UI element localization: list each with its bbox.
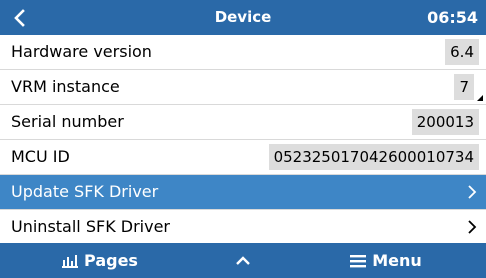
chevron-up-icon: [236, 255, 250, 265]
menu-button[interactable]: Menu: [286, 243, 486, 278]
settings-list: Hardware version 6.4 VRM instance 7 Seri…: [0, 35, 486, 245]
row-label: Uninstall SFK Driver: [11, 217, 170, 236]
row-hardware-version: Hardware version 6.4: [0, 35, 486, 70]
row-label: VRM instance: [11, 77, 120, 96]
pages-button[interactable]: Pages: [0, 243, 200, 278]
page-title: Device: [214, 8, 272, 26]
row-value: 200013: [411, 109, 479, 135]
chevron-right-icon: [467, 175, 477, 209]
up-button[interactable]: [200, 243, 286, 278]
menu-label: Menu: [372, 251, 422, 270]
chevron-left-icon: [14, 8, 25, 27]
device-screen: Device 06:54 Hardware version 6.4 VRM in…: [0, 0, 486, 278]
row-serial-number: Serial number 200013: [0, 105, 486, 140]
back-button[interactable]: [0, 0, 38, 35]
row-value: 7: [454, 74, 474, 100]
pages-label: Pages: [84, 251, 138, 270]
clock: 06:54: [427, 8, 478, 27]
title-bar: Device 06:54: [0, 0, 486, 35]
row-vrm-instance[interactable]: VRM instance 7: [0, 70, 486, 105]
row-value: 6.4: [445, 39, 479, 65]
bar-chart-icon: [62, 254, 79, 268]
row-mcu-id: MCU ID 05232501704260001073​4: [0, 140, 486, 175]
row-label: Serial number: [11, 112, 124, 131]
row-uninstall-sfk-driver[interactable]: Uninstall SFK Driver: [0, 210, 486, 245]
editable-corner-icon: [477, 95, 483, 101]
row-label: Hardware version: [11, 42, 152, 61]
row-update-sfk-driver[interactable]: Update SFK Driver: [0, 175, 486, 210]
row-label: Update SFK Driver: [11, 182, 159, 201]
chevron-right-icon: [467, 210, 477, 244]
hamburger-icon: [350, 254, 367, 268]
bottom-bar: Pages Menu: [0, 243, 486, 278]
row-value: 05232501704260001073​4: [268, 144, 479, 170]
row-label: MCU ID: [11, 147, 70, 166]
